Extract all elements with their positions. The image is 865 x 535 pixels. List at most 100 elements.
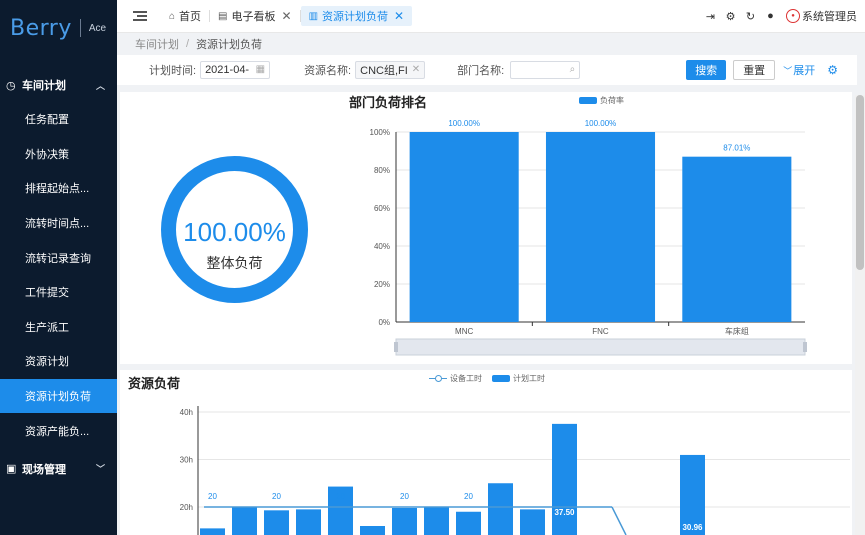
data-label: 20	[272, 492, 281, 501]
sidebar-item[interactable]: 排程起始点...	[0, 171, 117, 206]
overall-load-value: 100.00%	[183, 217, 286, 247]
scrollbar-thumb[interactable]	[856, 95, 864, 270]
zoom-handle-right	[803, 342, 807, 352]
bar	[200, 528, 225, 535]
menu-group-label: 现场管理	[22, 463, 66, 476]
legend-swatch	[579, 97, 597, 104]
data-label: 20	[208, 492, 217, 501]
close-icon[interactable]: ✕	[394, 9, 404, 23]
legend-swatch	[492, 375, 510, 382]
legend-label: 计划工时	[513, 374, 545, 383]
sidebar-item-label: 任务配置	[25, 114, 69, 127]
y-tick-label: 0%	[378, 318, 390, 327]
x-tick-label: 车床组	[725, 326, 749, 336]
reset-button[interactable]: 重置	[733, 60, 776, 80]
username[interactable]: 系统管理员	[802, 8, 857, 24]
info-icon[interactable]: ●	[765, 10, 776, 22]
resource-name-label: 资源名称:	[304, 65, 352, 77]
logout-icon[interactable]: ⇥	[705, 10, 716, 23]
tab-home[interactable]: ⌂ 首页	[161, 6, 209, 26]
sidebar-item[interactable]: 资源计划	[0, 344, 117, 379]
plan-time-input[interactable]: 2021-04- ▦	[200, 61, 271, 79]
refresh-icon[interactable]: ↻	[745, 10, 756, 23]
y-tick-label: 30h	[180, 456, 193, 465]
data-label: 100.00%	[448, 119, 480, 128]
calendar-icon: ▦	[255, 64, 266, 75]
data-label: 37.50	[554, 508, 575, 517]
breadcrumb: 车间计划 / 资源计划负荷	[117, 33, 857, 55]
y-tick-label: 40h	[180, 408, 193, 417]
sidebar-item-label: 生产派工	[25, 321, 69, 334]
breadcrumb-parent[interactable]: 车间计划	[135, 36, 179, 52]
chevron-up-icon: ︿	[95, 80, 105, 91]
zoom-slider	[395, 338, 806, 356]
settings-gear-icon[interactable]: ⚙	[827, 63, 838, 77]
menu-group-workshop-plan[interactable]: ◷ 车间计划 ︿	[0, 68, 117, 102]
series-line-tail	[611, 506, 627, 535]
sidebar-item-label: 外协决策	[25, 148, 69, 161]
bar	[264, 510, 289, 535]
y-tick-label: 60%	[374, 204, 390, 213]
sidebar: Berry Ace ◷ 车间计划 ︿ 任务配置外协决策排程起始点... 流转时间点…	[0, 0, 117, 535]
resource-load-chart: 20h 30h 40h 20 20 20 20 20 37.50 30.96	[180, 406, 850, 535]
sidebar-item[interactable]: 流转时间点...	[0, 206, 117, 241]
menu-group-field-management[interactable]: ▣ 现场管理 ﹀	[0, 452, 117, 486]
y-tick-label: 100%	[370, 128, 390, 137]
chart-legend[interactable]: 设备工时 计划工时	[429, 373, 545, 384]
chart-icon: ▥	[308, 10, 319, 22]
bar	[545, 132, 656, 322]
chart-title: 资源负荷	[128, 376, 181, 391]
page-scrollbar[interactable]	[855, 95, 865, 535]
tab-resource-plan-load[interactable]: ▥ 资源计划负荷 ✕	[300, 6, 413, 26]
tab-dashboard[interactable]: ▤ 电子看板 ✕	[210, 6, 300, 26]
sidebar-item-label: 流转时间点...	[25, 218, 90, 231]
bar	[424, 507, 449, 535]
x-tick-label: MNC	[455, 327, 473, 336]
sidebar-item[interactable]: 外协决策	[0, 137, 117, 172]
bar	[488, 483, 513, 535]
expand-label: 展开	[793, 65, 816, 77]
sidebar-item-label: 资源计划	[25, 356, 69, 369]
logo-subtitle: Ace	[88, 22, 107, 34]
expand-toggle[interactable]: ﹀ 展开	[783, 62, 815, 78]
data-label: 20	[464, 492, 473, 501]
chart-legend[interactable]: 负荷率	[579, 95, 624, 106]
sidebar-item[interactable]: 资源计划负荷	[0, 378, 117, 414]
gear-icon[interactable]: ⚙	[725, 10, 736, 23]
dept-name-label: 部门名称:	[457, 65, 505, 77]
sidebar-item-label: 工件提交	[25, 287, 69, 300]
sidebar-item-label: 流转记录查询	[25, 252, 91, 265]
logo-text: Berry	[10, 15, 72, 41]
dept-name-input[interactable]: ⌕	[510, 61, 581, 79]
sidebar-item[interactable]: 工件提交	[0, 275, 117, 310]
sidebar-item[interactable]: 生产派工	[0, 310, 117, 345]
search-icon: ⌕	[569, 64, 576, 75]
resource-name-select[interactable]: CNC组,FI ✕	[355, 61, 426, 79]
chart-title: 部门负荷排名	[349, 95, 428, 110]
legend-label: 设备工时	[450, 374, 482, 383]
sidebar-item[interactable]: 流转记录查询	[0, 240, 117, 275]
bar	[520, 509, 545, 535]
close-icon[interactable]: ✕	[282, 9, 292, 23]
plan-time-label: 计划时间:	[149, 65, 197, 77]
bar	[360, 526, 385, 535]
clear-icon[interactable]: ✕	[412, 64, 420, 75]
home-icon: ⌂	[169, 10, 176, 22]
overall-load-label: 整体负荷	[206, 255, 263, 271]
resource-name-value: CNC组,FI	[360, 65, 408, 77]
avatar[interactable]: ●	[786, 9, 800, 23]
tab-label: 电子看板	[231, 11, 276, 23]
logo-divider	[79, 19, 81, 37]
sidebar-item[interactable]: 资源产能负...	[0, 413, 117, 448]
y-tick-label: 20%	[374, 280, 390, 289]
overall-load-gauge: 100.00% 整体负荷	[161, 156, 308, 303]
chevron-down-icon: ﹀	[783, 65, 793, 76]
data-label: 87.01%	[723, 144, 750, 153]
search-button[interactable]: 搜索	[686, 60, 727, 80]
menu-toggle-icon[interactable]	[133, 11, 147, 21]
top-header: ⌂ 首页 ▤ 电子看板 ✕ ▥ 资源计划负荷 ✕ ⇥ ⚙ ↻ ● ● 系统管理员	[117, 0, 865, 33]
clock-icon: ◷	[6, 79, 16, 92]
bar	[392, 507, 417, 535]
sidebar-item[interactable]: 任务配置	[0, 102, 117, 137]
menu-group-label: 车间计划	[22, 80, 66, 92]
